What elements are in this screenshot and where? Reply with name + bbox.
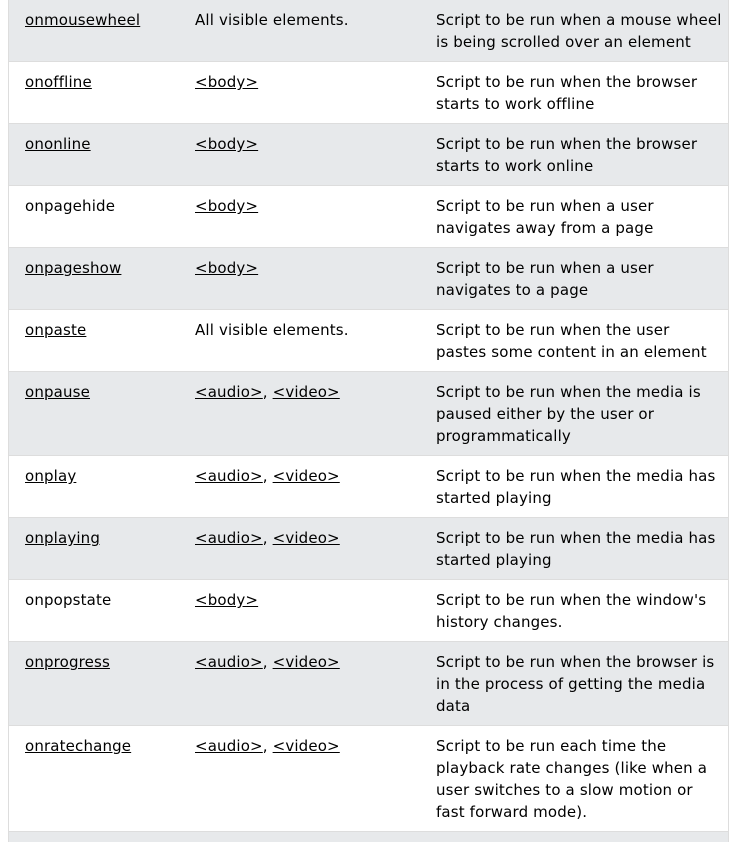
attribute-cell: onoffline — [9, 62, 179, 124]
description-cell: Script to be run when a user navigates a… — [436, 197, 654, 237]
elements-cell: All visible elements. — [179, 310, 420, 372]
attribute-cell: onpageshow — [9, 248, 179, 310]
elements-cell: <audio>, <video> — [179, 726, 420, 832]
attribute-cell: onpause — [9, 372, 179, 456]
elements-cell: <audio>, <video> — [179, 642, 420, 726]
attribute-cell: onratechange — [9, 726, 179, 832]
elements-cell: <body> — [179, 580, 420, 642]
element-separator: , — [262, 653, 273, 671]
element-tag-link[interactable]: <video> — [273, 529, 340, 547]
next-row-partial — [9, 832, 728, 842]
table-row: onpopstate <body> Script to be run when th… — [9, 579, 728, 642]
table-row: onplaying <audio>, <video> Script to be ru… — [9, 517, 728, 580]
table-row: onmousewheel All visible elements. Script … — [9, 0, 728, 62]
attribute-name: onpagehide — [25, 197, 116, 215]
elements-cell: <audio>, <video> — [179, 518, 420, 580]
element-tag-link[interactable]: <body> — [195, 135, 258, 153]
elements-text: All visible elements. — [195, 321, 349, 339]
attribute-cell: onpaste — [9, 310, 179, 372]
elements-cell: <audio>, <video> — [179, 372, 420, 456]
table-row: onpaste All visible elements. Script to be… — [9, 309, 728, 372]
elements-text: All visible elements. — [195, 11, 349, 29]
element-tag-link[interactable]: <audio> — [195, 653, 263, 671]
element-tag-link[interactable]: <video> — [273, 383, 340, 401]
attribute-link[interactable]: ononline — [25, 135, 91, 153]
elements-cell: <body> — [179, 248, 420, 310]
description-cell: Script to be run when the window's histo… — [436, 591, 707, 631]
element-separator: , — [262, 383, 273, 401]
element-tag-link[interactable]: <audio> — [195, 737, 263, 755]
table-row: ononline <body> Script to be run when the … — [9, 123, 728, 186]
attribute-link[interactable]: onplay — [25, 467, 76, 485]
element-tag-link[interactable]: <video> — [273, 737, 340, 755]
elements-cell: <body> — [179, 124, 420, 186]
description-cell: Script to be run when the media has star… — [436, 529, 716, 569]
element-tag-link[interactable]: <audio> — [195, 383, 263, 401]
element-tag-link[interactable]: <body> — [195, 591, 258, 609]
table-row: onpause <audio>, <video> Script to be run … — [9, 371, 728, 456]
description-cell: Script to be run when a user navigates t… — [436, 259, 654, 299]
elements-cell: <audio>, <video> — [179, 456, 420, 518]
description-cell: Script to be run each time the playback … — [436, 737, 708, 821]
element-tag-link[interactable]: <video> — [273, 467, 340, 485]
table-row: onplay <audio>, <video> Script to be run w… — [9, 455, 728, 518]
attribute-cell: onpopstate — [9, 580, 179, 642]
attribute-link[interactable]: onmousewheel — [25, 11, 140, 29]
element-tag-link[interactable]: <video> — [273, 653, 340, 671]
event-attributes-table: onmousewheel All visible elements. Script … — [9, 0, 728, 832]
table-row: onpagehide <body> Script to be run when a … — [9, 185, 728, 248]
table-row: onoffline <body> Script to be run when the… — [9, 61, 728, 124]
description-cell: Script to be run when a mouse wheel is b… — [436, 11, 722, 51]
attribute-link[interactable]: onpaste — [25, 321, 86, 339]
attribute-link[interactable]: onratechange — [25, 737, 131, 755]
elements-cell: All visible elements. — [179, 0, 420, 62]
element-separator: , — [262, 529, 273, 547]
attribute-link[interactable]: onplaying — [25, 529, 100, 547]
element-separator: , — [262, 737, 273, 755]
attribute-cell: ononline — [9, 124, 179, 186]
description-cell: Script to be run when the user pastes so… — [436, 321, 707, 361]
elements-cell: <body> — [179, 62, 420, 124]
attribute-cell: onplaying — [9, 518, 179, 580]
element-separator: , — [262, 467, 273, 485]
table-row: onratechange <audio>, <video> Script to be… — [9, 725, 728, 832]
attribute-cell: onpagehide — [9, 186, 179, 248]
description-cell: Script to be run when the browser is in … — [436, 653, 715, 715]
description-cell: Script to be run when the browser starts… — [436, 73, 698, 113]
attribute-link[interactable]: onpause — [25, 383, 90, 401]
table-body: onmousewheel All visible elements. Script … — [9, 0, 728, 832]
event-attributes-table-container: onmousewheel All visible elements. Script … — [8, 0, 729, 842]
attribute-cell: onmousewheel — [9, 0, 179, 62]
attribute-name: onpopstate — [25, 591, 112, 609]
element-tag-link[interactable]: <audio> — [195, 467, 263, 485]
element-tag-link[interactable]: <body> — [195, 73, 258, 91]
description-cell: Script to be run when the browser starts… — [436, 135, 698, 175]
element-tag-link[interactable]: <body> — [195, 197, 258, 215]
element-tag-link[interactable]: <body> — [195, 259, 258, 277]
attribute-cell: onplay — [9, 456, 179, 518]
attribute-cell: onprogress — [9, 642, 179, 726]
attribute-link[interactable]: onpageshow — [25, 259, 121, 277]
description-cell: Script to be run when the media has star… — [436, 467, 716, 507]
element-tag-link[interactable]: <audio> — [195, 529, 263, 547]
attribute-link[interactable]: onoffline — [25, 73, 92, 91]
table-row: onprogress <audio>, <video> Script to be r… — [9, 641, 728, 726]
attribute-link[interactable]: onprogress — [25, 653, 110, 671]
description-cell: Script to be run when the media is pause… — [436, 383, 701, 445]
table-row: onpageshow <body> Script to be run when a … — [9, 247, 728, 310]
elements-cell: <body> — [179, 186, 420, 248]
